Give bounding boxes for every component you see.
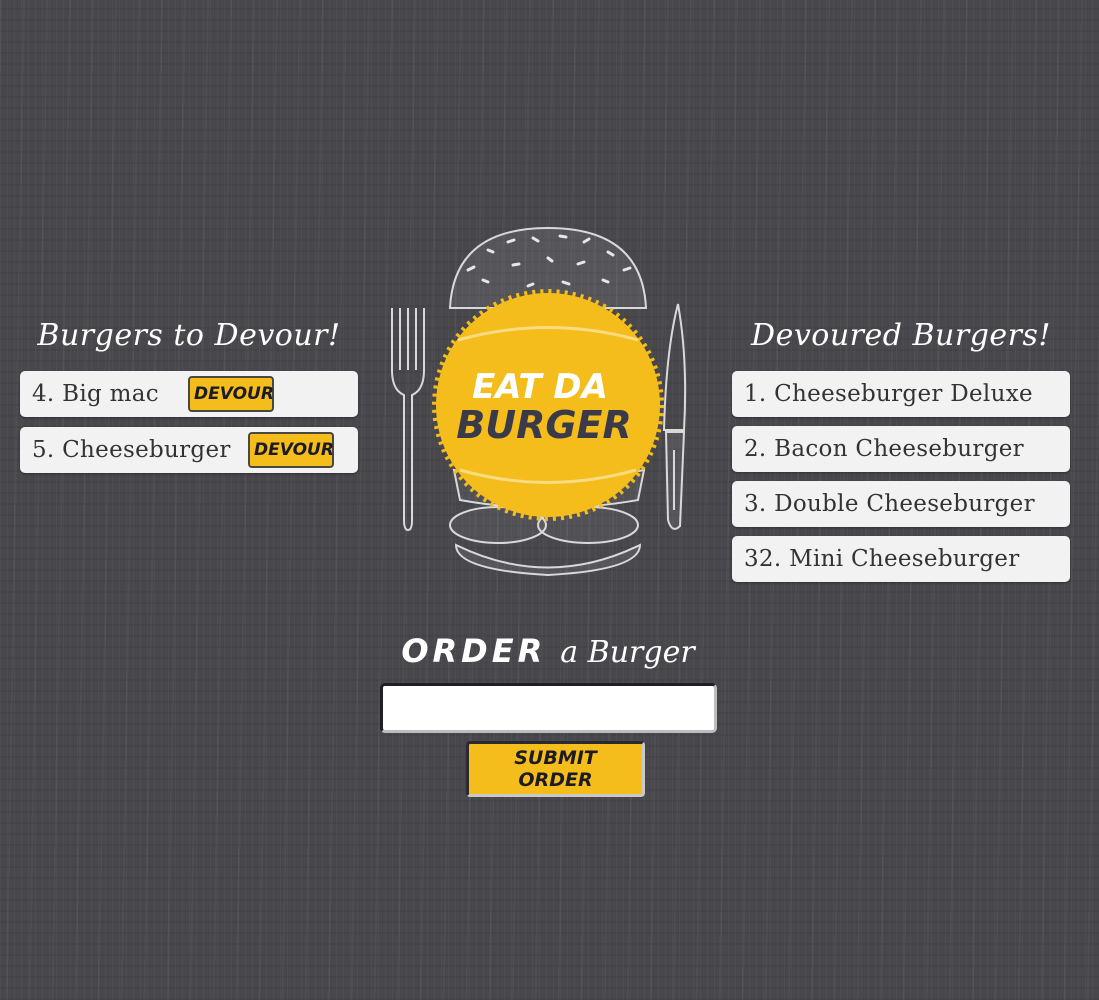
to-devour-list: 4. Big mac DEVOUR 5. Cheeseburger DEVOUR	[20, 371, 358, 483]
order-heading-rest: a Burger	[560, 635, 695, 670]
to-devour-item: 4. Big mac DEVOUR	[20, 371, 358, 417]
to-devour-heading: Burgers to Devour!	[37, 318, 341, 353]
devoured-item: 3. Double Cheeseburger	[732, 481, 1070, 527]
knife-icon	[662, 303, 687, 530]
order-heading: ORDER a Burger	[380, 632, 716, 670]
eat-da-burger-logo: EAT DA BURGER	[391, 226, 687, 577]
burger-name: 2. Bacon Cheeseburger	[744, 436, 1024, 462]
to-devour-item: 5. Cheeseburger DEVOUR	[20, 427, 358, 473]
burger-name-input[interactable]	[380, 683, 717, 733]
logo-line-2: BURGER	[456, 403, 632, 447]
burger-name: 5. Cheeseburger	[32, 437, 231, 463]
burger-name: 32. Mini Cheeseburger	[744, 546, 1020, 572]
burger-name: 1. Cheeseburger Deluxe	[744, 381, 1033, 407]
devoured-heading: Devoured Burgers!	[751, 318, 1051, 353]
page: { "to_devour": { "heading": "Burgers to …	[0, 0, 1099, 1000]
devoured-item: 2. Bacon Cheeseburger	[732, 426, 1070, 472]
devoured-item: 32. Mini Cheeseburger	[732, 536, 1070, 582]
devoured-list: 1. Cheeseburger Deluxe 2. Bacon Cheesebu…	[732, 371, 1070, 591]
logo-line-1: EAT DA	[472, 367, 608, 407]
burger-name: 3. Double Cheeseburger	[744, 491, 1035, 517]
devour-button[interactable]: DEVOUR	[248, 432, 334, 468]
order-heading-emphasis: ORDER	[401, 632, 547, 670]
devour-button[interactable]: DEVOUR	[188, 376, 274, 412]
burger-name: 4. Big mac	[32, 381, 159, 407]
devoured-item: 1. Cheeseburger Deluxe	[732, 371, 1070, 417]
fork-icon	[391, 308, 425, 532]
submit-order-button[interactable]: SUBMIT ORDER	[466, 741, 645, 797]
